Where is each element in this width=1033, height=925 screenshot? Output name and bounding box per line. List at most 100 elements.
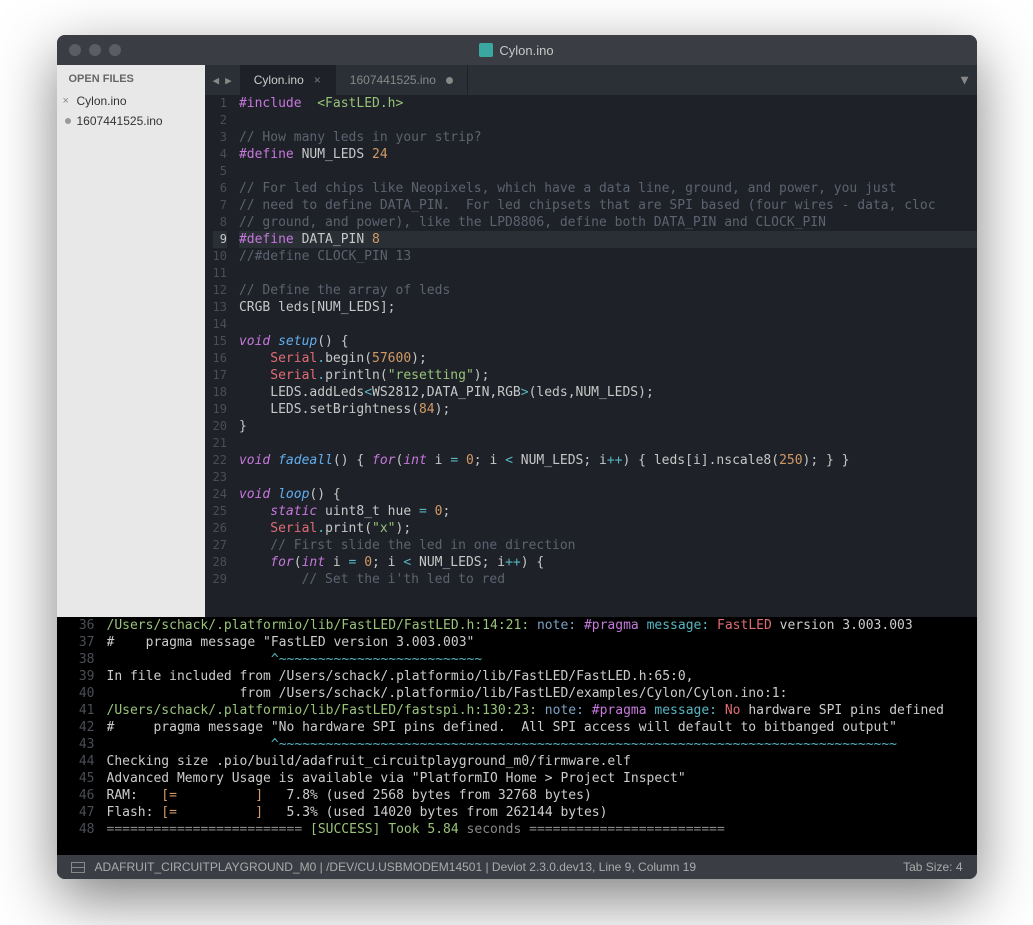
console-line: 38 ^~~~~~~~~~~~~~~~~~~~~~~~~~~	[57, 651, 977, 668]
sidebar-header: OPEN FILES	[57, 65, 205, 91]
line-number: 3	[213, 129, 227, 146]
console-line: 39In file included from /Users/schack/.p…	[57, 668, 977, 685]
line-number: 28	[213, 554, 227, 571]
code-editor[interactable]: 1234567891011121314151617181920212223242…	[205, 95, 977, 617]
console-line-number: 37	[57, 634, 107, 651]
console-line-number: 48	[57, 821, 107, 838]
line-number: 16	[213, 350, 227, 367]
tab-next-icon[interactable]: ▶	[225, 74, 232, 87]
console-line: 37# pragma message "FastLED version 3.00…	[57, 634, 977, 651]
code-line[interactable]: // ground, and power), like the LPD8806,…	[239, 214, 977, 231]
line-number: 4	[213, 146, 227, 163]
console-line-number: 36	[57, 617, 107, 634]
console-line-number: 42	[57, 719, 107, 736]
code-line[interactable]	[239, 435, 977, 452]
line-number: 29	[213, 571, 227, 588]
code-line[interactable]: for(int i = 0; i < NUM_LEDS; i++) {	[239, 554, 977, 571]
console-line: 47Flash: [= ] 5.3% (used 14020 bytes fro…	[57, 804, 977, 821]
console-line-number: 38	[57, 651, 107, 668]
code-line[interactable]: #include <FastLED.h>	[239, 95, 977, 112]
console-line: 44Checking size .pio/build/adafruit_circ…	[57, 753, 977, 770]
console-line: 45Advanced Memory Usage is available via…	[57, 770, 977, 787]
code-line[interactable]: void setup() {	[239, 333, 977, 350]
code-line[interactable]: // Set the i'th led to red	[239, 571, 977, 588]
console-line-number: 39	[57, 668, 107, 685]
line-number: 15	[213, 333, 227, 350]
line-number: 26	[213, 520, 227, 537]
line-number: 22	[213, 452, 227, 469]
code-line[interactable]: Serial.begin(57600);	[239, 350, 977, 367]
code-line[interactable]	[239, 112, 977, 129]
tab-overflow-icon[interactable]: ▼	[961, 73, 969, 88]
line-number: 21	[213, 435, 227, 452]
code-line[interactable]	[239, 316, 977, 333]
code-line[interactable]: CRGB leds[NUM_LEDS];	[239, 299, 977, 316]
line-number: 10	[213, 248, 227, 265]
code-line[interactable]: //#define CLOCK_PIN 13	[239, 248, 977, 265]
line-number: 11	[213, 265, 227, 282]
code-line[interactable]: LEDS.addLeds<WS2812,DATA_PIN,RGB>(leds,N…	[239, 384, 977, 401]
code-line[interactable]: #define DATA_PIN 8	[239, 231, 977, 248]
code-line[interactable]	[239, 469, 977, 486]
code-line[interactable]: LEDS.setBrightness(84);	[239, 401, 977, 418]
line-number: 7	[213, 197, 227, 214]
sidebar: OPEN FILES × Cylon.ino 1607441525.ino	[57, 65, 205, 617]
code-line[interactable]: // Define the array of leds	[239, 282, 977, 299]
code-area[interactable]: #include <FastLED.h> // How many leds in…	[239, 95, 977, 617]
code-line[interactable]: Serial.println("resetting");	[239, 367, 977, 384]
tab-1607441525[interactable]: 1607441525.ino	[336, 65, 468, 95]
console-line-number: 45	[57, 770, 107, 787]
tab-nav: ◀ ▶	[205, 65, 240, 95]
sidebar-item-label: Cylon.ino	[77, 94, 127, 108]
editor-window: Cylon.ino OPEN FILES × Cylon.ino 1607441…	[57, 35, 977, 879]
console-line: 46RAM: [= ] 7.8% (used 2568 bytes from 3…	[57, 787, 977, 804]
titlebar: Cylon.ino	[57, 35, 977, 65]
sidebar-item-1607441525[interactable]: 1607441525.ino	[57, 111, 205, 131]
console-line-number: 44	[57, 753, 107, 770]
console-line: 42# pragma message "No hardware SPI pins…	[57, 719, 977, 736]
line-number: 18	[213, 384, 227, 401]
line-number: 20	[213, 418, 227, 435]
line-number: 27	[213, 537, 227, 554]
line-number: 13	[213, 299, 227, 316]
status-right[interactable]: Tab Size: 4	[903, 860, 962, 874]
console-line-number: 41	[57, 702, 107, 719]
code-line[interactable]: // First slide the led in one direction	[239, 537, 977, 554]
dirty-indicator-icon	[446, 77, 453, 84]
file-icon	[479, 43, 493, 57]
console-line-number: 46	[57, 787, 107, 804]
code-line[interactable]	[239, 265, 977, 282]
code-line[interactable]: void fadeall() { for(int i = 0; i < NUM_…	[239, 452, 977, 469]
line-number: 19	[213, 401, 227, 418]
line-number: 1	[213, 95, 227, 112]
dirty-indicator-icon	[65, 118, 71, 124]
close-icon[interactable]: ×	[314, 73, 321, 87]
code-line[interactable]: // For led chips like Neopixels, which h…	[239, 180, 977, 197]
code-line[interactable]: // How many leds in your strip?	[239, 129, 977, 146]
console-line: 40 from /Users/schack/.platformio/lib/Fa…	[57, 685, 977, 702]
status-left: ADAFRUIT_CIRCUITPLAYGROUND_M0 | /DEV/CU.…	[95, 860, 697, 874]
build-console[interactable]: 36/Users/schack/.platformio/lib/FastLED/…	[57, 617, 977, 855]
line-number: 23	[213, 469, 227, 486]
code-line[interactable]: static uint8_t hue = 0;	[239, 503, 977, 520]
code-line[interactable]: Serial.print("x");	[239, 520, 977, 537]
code-line[interactable]: #define NUM_LEDS 24	[239, 146, 977, 163]
tab-prev-icon[interactable]: ◀	[213, 74, 220, 87]
window-title: Cylon.ino	[57, 43, 977, 58]
code-line[interactable]: // need to define DATA_PIN. For led chip…	[239, 197, 977, 214]
console-line-number: 40	[57, 685, 107, 702]
sidebar-item-cylon[interactable]: × Cylon.ino	[57, 91, 205, 111]
tabbar: ◀ ▶ Cylon.ino × 1607441525.ino ▼	[205, 65, 977, 95]
code-line[interactable]: }	[239, 418, 977, 435]
line-number: 24	[213, 486, 227, 503]
tab-cylon[interactable]: Cylon.ino ×	[240, 65, 336, 95]
code-line[interactable]: void loop() {	[239, 486, 977, 503]
code-line[interactable]	[239, 163, 977, 180]
statusbar: ADAFRUIT_CIRCUITPLAYGROUND_M0 | /DEV/CU.…	[57, 855, 977, 879]
window-title-text: Cylon.ino	[499, 43, 553, 58]
line-number: 5	[213, 163, 227, 180]
line-gutter: 1234567891011121314151617181920212223242…	[205, 95, 239, 617]
sidebar-item-label: 1607441525.ino	[77, 114, 163, 128]
panel-toggle-icon[interactable]	[71, 862, 85, 873]
close-icon[interactable]: ×	[63, 95, 69, 107]
